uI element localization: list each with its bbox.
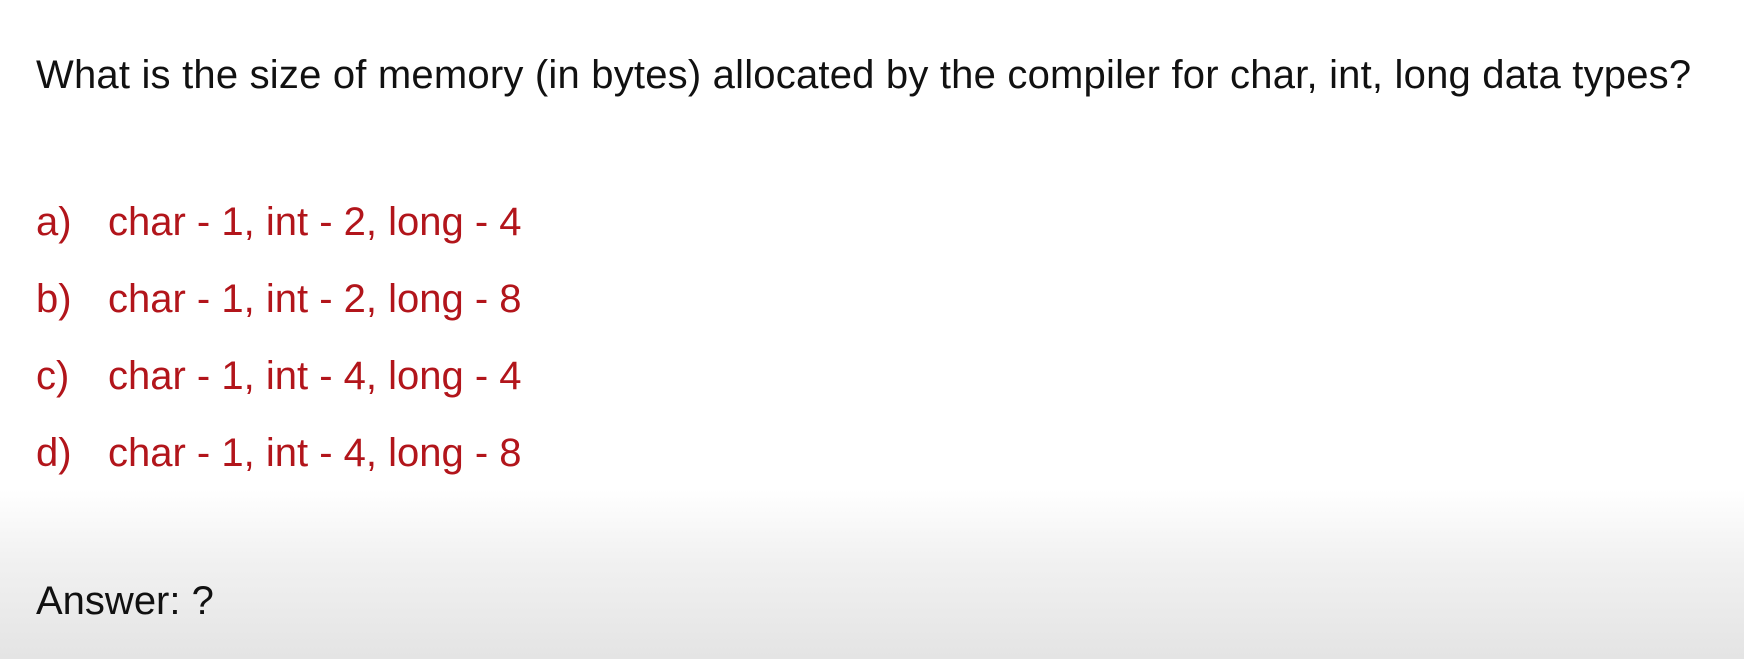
option-text: char - 1, int - 2, long - 8 bbox=[108, 277, 522, 321]
quiz-slide: What is the size of memory (in bytes) al… bbox=[36, 0, 1726, 659]
option-text: char - 1, int - 2, long - 4 bbox=[108, 200, 522, 244]
option-letter: c) bbox=[36, 354, 70, 398]
option-c: c) char - 1, int - 4, long - 4 bbox=[36, 338, 522, 415]
option-letter: a) bbox=[36, 200, 72, 244]
question-text: What is the size of memory (in bytes) al… bbox=[36, 53, 1692, 97]
option-letter: d) bbox=[36, 431, 72, 475]
option-d: d) char - 1, int - 4, long - 8 bbox=[36, 415, 522, 492]
option-b: b) char - 1, int - 2, long - 8 bbox=[36, 261, 522, 338]
option-a: a) char - 1, int - 2, long - 4 bbox=[36, 184, 522, 261]
options-list: a) char - 1, int - 2, long - 4 b) char -… bbox=[36, 184, 522, 492]
option-letter: b) bbox=[36, 277, 72, 321]
option-text: char - 1, int - 4, long - 4 bbox=[108, 354, 522, 398]
option-text: char - 1, int - 4, long - 8 bbox=[108, 431, 522, 475]
answer-text: Answer: ? bbox=[36, 579, 214, 623]
